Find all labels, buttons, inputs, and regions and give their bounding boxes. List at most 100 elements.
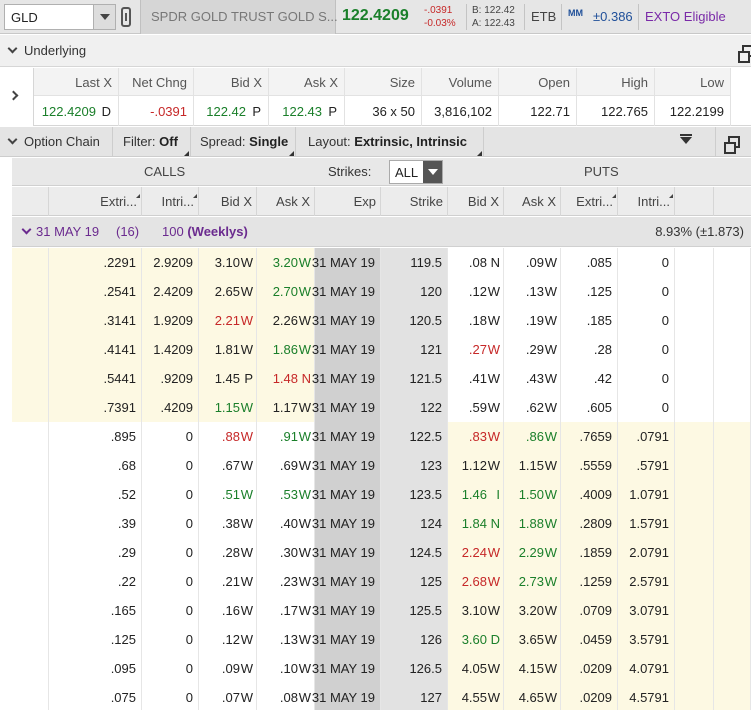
cell-c-ask[interactable]: 1.86 W	[257, 335, 315, 364]
option-row[interactable]: .29 0.28 W .30 W 31 MAY 19 124.5 2.24 W 2.29 W .185…	[12, 538, 751, 567]
cell-p-bid[interactable]: 4.05 W	[448, 654, 504, 683]
cell-p-ask[interactable]: 4.15 W	[504, 654, 561, 683]
cell-c-ex[interactable]: .075	[49, 683, 142, 710]
cell-p-bid[interactable]: .12 W	[448, 277, 504, 306]
cell-exp[interactable]: 31 MAY 19	[312, 364, 381, 393]
cell-c-bid[interactable]: .16 W	[199, 596, 257, 625]
cell-p-in[interactable]: 4.0791	[618, 654, 675, 683]
cell-c-ask[interactable]: .23 W	[257, 567, 315, 596]
cell-c-in[interactable]: 0	[142, 509, 199, 538]
chevron-down-icon[interactable]	[7, 43, 18, 54]
cell-c-ask[interactable]: .13 W	[257, 625, 315, 654]
cell-exp[interactable]: 31 MAY 19	[312, 654, 381, 683]
cell-p-ask[interactable]: .62 W	[504, 393, 561, 422]
cell-strike[interactable]: 123	[381, 451, 448, 480]
cell-p-bid[interactable]: 2.68 W	[448, 567, 504, 596]
cell-c-ex[interactable]: .4141	[49, 335, 142, 364]
cell-c-ex[interactable]: .165	[49, 596, 142, 625]
cell-exp[interactable]: 31 MAY 19	[312, 393, 381, 422]
cell-p-in[interactable]: 0	[618, 277, 675, 306]
option-row[interactable]: .7391.4209 1.15 W 1.17 W 31 MAY 19 122.59 W .62 W…	[12, 393, 751, 422]
cell-strike[interactable]: 127	[381, 683, 448, 710]
cell-c-bid[interactable]: .51 W	[199, 480, 257, 509]
cell-p-ex[interactable]: .42	[561, 364, 618, 393]
cell-c-ex[interactable]: .2541	[49, 277, 142, 306]
option-row[interactable]: .2541 2.4209 2.65 W 2.70 W 31 MAY 19 120.12 W .13…	[12, 277, 751, 306]
popout-icon[interactable]	[724, 136, 740, 154]
cell-c-ask[interactable]: .40 W	[257, 509, 315, 538]
cell-strike[interactable]: 121	[381, 335, 448, 364]
cell-p-ex[interactable]: .28	[561, 335, 618, 364]
filter-dropdown[interactable]: Filter: Off	[113, 127, 191, 157]
column-header-put-intrinsic[interactable]: Intri...	[618, 187, 675, 216]
cell-c-ex[interactable]: .7391	[49, 393, 142, 422]
cell-c-in[interactable]: 0	[142, 654, 199, 683]
cell-p-in[interactable]: 2.0791	[618, 538, 675, 567]
cell-strike[interactable]: 120.5	[381, 306, 448, 335]
cell-strike[interactable]: 122.5	[381, 422, 448, 451]
cell-c-bid[interactable]: 2.65 W	[199, 277, 257, 306]
cell-p-in[interactable]: 2.5791	[618, 567, 675, 596]
cell-strike[interactable]: 121.5	[381, 364, 448, 393]
option-row[interactable]: .075 0.07 W .08 W 31 MAY 19 127 4.55 W 4.65 W .0209…	[12, 683, 751, 710]
cell-p-in[interactable]: 1.5791	[618, 509, 675, 538]
cell-c-ex[interactable]: .095	[49, 654, 142, 683]
cell-strike[interactable]: 126	[381, 625, 448, 654]
option-row[interactable]: .22 0.21 W .23 W 31 MAY 19 125 2.68 W 2.73 W .1259 2…	[12, 567, 751, 596]
option-row[interactable]: .125 0.12 W .13 W 31 MAY 19 126 3.60 D 3.65 W .0459…	[12, 625, 751, 654]
cell-c-ex[interactable]: .2291	[49, 248, 142, 277]
cell-exp[interactable]: 31 MAY 19	[312, 277, 381, 306]
column-header-call-ask[interactable]: Ask X	[257, 187, 315, 216]
cell-c-bid[interactable]: .12 W	[199, 625, 257, 654]
underlying-expand-button[interactable]	[0, 68, 34, 126]
cell-p-ex[interactable]: .7659	[561, 422, 618, 451]
cell-exp[interactable]: 31 MAY 19	[312, 306, 381, 335]
column-header-exp[interactable]: Exp	[315, 187, 381, 216]
cell-p-bid[interactable]: .18 W	[448, 306, 504, 335]
cell-p-bid[interactable]: .59 W	[448, 393, 504, 422]
cell-p-ex[interactable]: .125	[561, 277, 618, 306]
option-row[interactable]: .68 0.67 W .69 W 31 MAY 19 123 1.12 W 1.15 W .5559.…	[12, 451, 751, 480]
dropdown-icon[interactable]	[423, 161, 442, 183]
cell-c-ask[interactable]: .08 W	[257, 683, 315, 710]
underlying-section-header[interactable]: Underlying	[0, 35, 751, 67]
cell-c-ex[interactable]: .3141	[49, 306, 142, 335]
cell-c-bid[interactable]: 1.15 W	[199, 393, 257, 422]
cell-p-in[interactable]: 0	[618, 306, 675, 335]
spread-dropdown[interactable]: Spread: Single	[191, 127, 296, 157]
cell-c-in[interactable]: 0	[142, 538, 199, 567]
cell-p-ex[interactable]: .0209	[561, 683, 618, 710]
cell-c-ask[interactable]: 2.70 W	[257, 277, 315, 306]
cell-p-ask[interactable]: 1.50 W	[504, 480, 561, 509]
cell-strike[interactable]: 125	[381, 567, 448, 596]
cell-c-bid[interactable]: 1.45 P	[199, 364, 257, 393]
cell-p-ex[interactable]: .605	[561, 393, 618, 422]
cell-p-ex[interactable]: .0209	[561, 654, 618, 683]
column-header-call-bid[interactable]: Bid X	[199, 187, 257, 216]
cell-p-ask[interactable]: .09 W	[504, 248, 561, 277]
cell-p-bid[interactable]: 3.60 D	[448, 625, 504, 654]
cell-p-ex[interactable]: .085	[561, 248, 618, 277]
cell-c-ex[interactable]: .29	[49, 538, 142, 567]
cell-c-ex[interactable]: .125	[49, 625, 142, 654]
cell-p-ask[interactable]: 1.15 W	[504, 451, 561, 480]
cell-p-ex[interactable]: .1859	[561, 538, 618, 567]
cell-p-ask[interactable]: 2.29 W	[504, 538, 561, 567]
cell-p-ask[interactable]: .29 W	[504, 335, 561, 364]
cell-c-in[interactable]: .9209	[142, 364, 199, 393]
strikes-select[interactable]: ALL	[389, 160, 443, 184]
cell-p-in[interactable]: 1.0791	[618, 480, 675, 509]
cell-c-bid[interactable]: .88 W	[199, 422, 257, 451]
cell-c-in[interactable]: 1.4209	[142, 335, 199, 364]
cell-p-in[interactable]: .5791	[618, 451, 675, 480]
cell-strike[interactable]: 122	[381, 393, 448, 422]
cell-exp[interactable]: 31 MAY 19	[312, 683, 381, 710]
cell-p-ask[interactable]: 2.73 W	[504, 567, 561, 596]
cell-p-ex[interactable]: .0459	[561, 625, 618, 654]
chevron-down-icon[interactable]	[21, 224, 32, 235]
cell-p-ask[interactable]: .13 W	[504, 277, 561, 306]
cell-strike[interactable]: 123.5	[381, 480, 448, 509]
cell-exp[interactable]: 31 MAY 19	[312, 248, 381, 277]
cell-p-bid[interactable]: .27 W	[448, 335, 504, 364]
cell-p-ask[interactable]: 3.65 W	[504, 625, 561, 654]
